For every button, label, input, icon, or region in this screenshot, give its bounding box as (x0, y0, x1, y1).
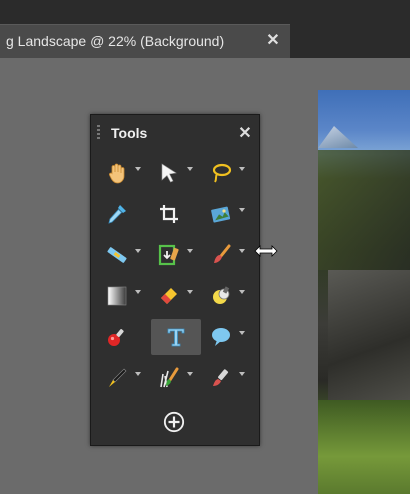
eraser-icon (161, 288, 177, 304)
tool-clone[interactable] (203, 360, 253, 396)
tool-crop[interactable] (151, 196, 201, 232)
tool-straighten[interactable] (99, 237, 149, 273)
text-tool-icon (167, 328, 185, 347)
document-tab-close-button[interactable]: ✕ (264, 32, 282, 50)
tool-hand[interactable] (99, 155, 149, 191)
flyout-caret-icon[interactable] (239, 208, 245, 212)
flyout-caret-icon[interactable] (239, 290, 245, 294)
lasso-icon (212, 163, 232, 183)
speech-bubble-icon (212, 328, 230, 346)
tool-pointer[interactable] (151, 155, 201, 191)
grass-brush-icon (160, 367, 179, 388)
crop-icon (160, 205, 178, 223)
flyout-caret-icon[interactable] (135, 167, 141, 171)
tool-eyedropper[interactable] (99, 196, 149, 232)
smart-fill-icon (158, 244, 179, 266)
flyout-caret-icon[interactable] (187, 249, 193, 253)
flyout-caret-icon[interactable] (187, 290, 193, 294)
eyedropper-icon (108, 205, 126, 224)
red-eye-icon (108, 329, 124, 346)
pen-icon (109, 368, 127, 387)
document-tab[interactable]: g Landscape @ 22% (Background) ✕ (0, 24, 290, 59)
tool-image-adjust[interactable] (203, 196, 253, 232)
flyout-caret-icon[interactable] (239, 331, 245, 335)
tool-gradient[interactable] (99, 278, 149, 314)
hand-icon (109, 163, 125, 184)
image-adjust-icon (211, 206, 231, 223)
tools-panel: Tools ✕ (90, 114, 260, 446)
clone-brush-icon (213, 369, 229, 386)
paintbrush-icon (214, 244, 231, 263)
resize-horizontal-cursor-icon (254, 245, 278, 257)
tool-dodge-burn[interactable] (203, 278, 253, 314)
add-tool-button[interactable] (163, 411, 185, 433)
tool-red-eye[interactable] (99, 319, 149, 355)
tools-panel-close-button[interactable]: ✕ (237, 123, 253, 143)
tool-speech-bubble[interactable] (203, 319, 253, 355)
tool-lasso[interactable] (203, 155, 253, 191)
tool-paintbrush[interactable] (203, 237, 253, 273)
flyout-caret-icon[interactable] (239, 372, 245, 376)
tool-text[interactable] (151, 319, 201, 355)
straighten-ruler-icon (107, 247, 127, 263)
pointer-arrow-icon (161, 163, 177, 183)
tool-grass-brush[interactable] (151, 360, 201, 396)
flyout-caret-icon[interactable] (239, 167, 245, 171)
tool-eraser[interactable] (151, 278, 201, 314)
flyout-caret-icon[interactable] (239, 249, 245, 253)
dodge-burn-icon (213, 286, 230, 304)
flyout-caret-icon[interactable] (187, 167, 193, 171)
tool-grid (99, 153, 253, 399)
gradient-icon (107, 286, 127, 306)
editor-window: g Landscape @ 22% (Background) ✕ Tools ✕ (0, 0, 410, 494)
document-tab-title: g Landscape @ 22% (Background) (6, 33, 225, 49)
flyout-caret-icon[interactable] (135, 290, 141, 294)
tool-pen[interactable] (99, 360, 149, 396)
flyout-caret-icon[interactable] (135, 249, 141, 253)
document-tab-bar: g Landscape @ 22% (Background) ✕ (0, 0, 410, 59)
flyout-caret-icon[interactable] (187, 372, 193, 376)
tools-panel-header[interactable]: Tools ✕ (91, 115, 259, 149)
landscape-photo[interactable] (318, 90, 410, 494)
panel-grip-icon[interactable] (97, 125, 100, 141)
tools-panel-title: Tools (111, 125, 148, 141)
tool-smart-fill[interactable] (151, 237, 201, 273)
flyout-caret-icon[interactable] (135, 372, 141, 376)
